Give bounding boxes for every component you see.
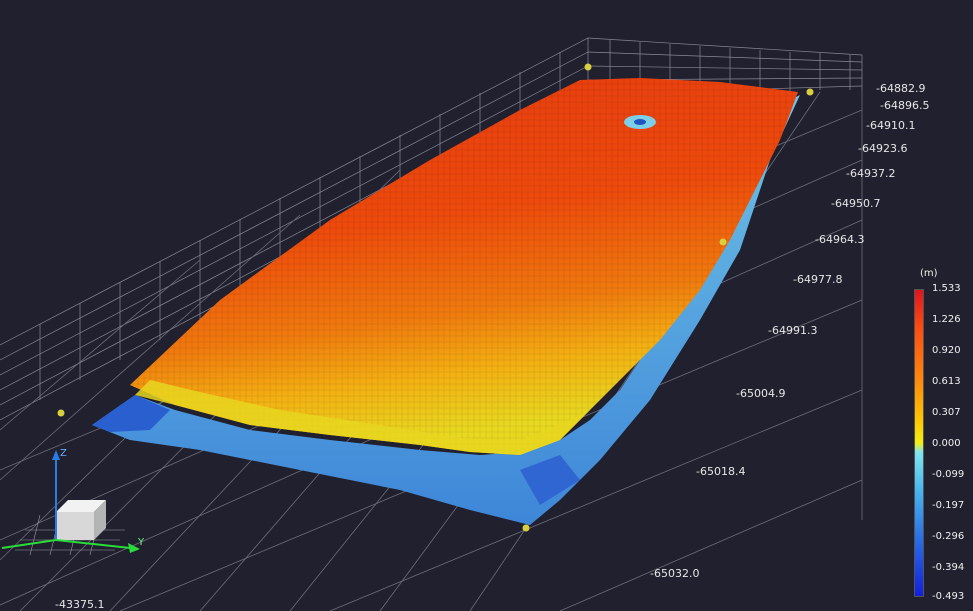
colorbar-label: -0.296 <box>932 531 965 542</box>
colorbar-gradient <box>914 289 924 597</box>
colorbar-label: -0.099 <box>932 469 965 480</box>
colorbar-label: 1.533 <box>932 283 961 294</box>
colorbar-label: 0.920 <box>932 345 961 356</box>
point-cloud-scene[interactable]: Z Y <box>0 0 973 611</box>
axis-tick-label: -64950.7 <box>831 197 881 210</box>
3d-viewport[interactable]: Z Y -64882.9 -64896.5 -64910.1 -64923.6 … <box>0 0 973 611</box>
axis-tick-label: -64896.5 <box>880 99 930 112</box>
axis-tick-label: -65032.0 <box>650 567 700 580</box>
axis-tick-label: -64977.8 <box>793 273 843 286</box>
axis-tick-label: -64923.6 <box>858 142 908 155</box>
colorbar-label: 0.613 <box>932 376 961 387</box>
colorbar-label: 0.000 <box>932 438 961 449</box>
axis-tick-label: -64937.2 <box>846 167 896 180</box>
colorbar-label: -0.493 <box>932 591 965 602</box>
axis-tick-label: -64964.3 <box>815 233 865 246</box>
z-arrow-icon <box>52 450 60 460</box>
axis-tick-label: -65018.4 <box>696 465 746 478</box>
z-label: Z <box>60 448 67 459</box>
colorbar-label: 1.226 <box>932 314 961 325</box>
colorbar-unit: (m) <box>920 268 938 279</box>
axis-tick-label: -64910.1 <box>866 119 916 132</box>
axis-tick-label: -65004.9 <box>736 387 786 400</box>
axis-tick-label: -43375.1 <box>55 598 105 611</box>
axis-tick-label: -64882.9 <box>876 82 926 95</box>
colorbar-label: 0.307 <box>932 407 961 418</box>
colorbar-label: -0.394 <box>932 562 965 573</box>
colorbar-label: -0.197 <box>932 500 965 511</box>
orientation-gizmo[interactable]: Z Y <box>1 448 145 556</box>
axis-tick-label: -64991.3 <box>768 324 818 337</box>
y-label: Y <box>137 537 145 548</box>
y-axis <box>55 539 131 549</box>
gizmo-cube-front <box>56 512 94 540</box>
voxel-texture <box>130 78 798 455</box>
depression-center <box>634 119 646 125</box>
x-axis <box>1 539 57 549</box>
